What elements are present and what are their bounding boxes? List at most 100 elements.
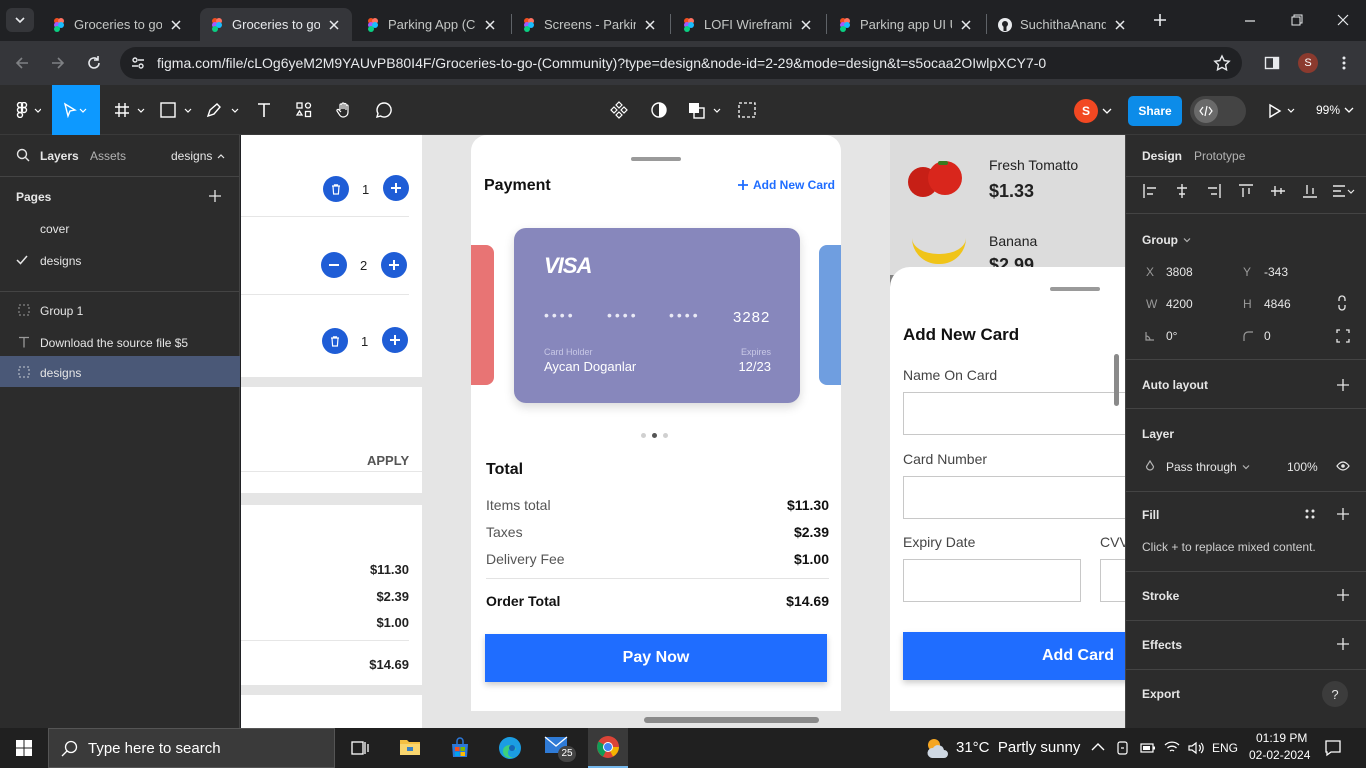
browser-tab[interactable]: Parking App (Co: [356, 8, 508, 41]
move-tool-button[interactable]: [52, 85, 100, 135]
meet-now-icon[interactable]: [1116, 740, 1130, 756]
close-icon[interactable]: [642, 17, 658, 33]
tab-prototype[interactable]: Prototype: [1194, 149, 1245, 163]
wifi-icon[interactable]: [1164, 740, 1180, 754]
component-button[interactable]: [604, 85, 634, 135]
increase-button[interactable]: [382, 327, 408, 353]
add-effect-plus-icon[interactable]: [1336, 637, 1350, 651]
page-item-cover[interactable]: cover: [0, 213, 240, 243]
mail-app-button[interactable]: 25: [544, 736, 576, 764]
close-icon[interactable]: [1112, 17, 1128, 33]
browser-tab[interactable]: LOFI Wireframing: [672, 8, 824, 41]
design-canvas[interactable]: 1 2 1 APPLY $11.30 $2.39 $1.00 $14.69 Pa…: [241, 135, 1125, 728]
tab-search-button[interactable]: [6, 8, 34, 32]
more-vert-icon[interactable]: [1336, 55, 1352, 71]
apply-button[interactable]: APPLY: [367, 453, 409, 468]
taskbar-search-box[interactable]: Type here to search: [48, 728, 335, 768]
bookmark-star-icon[interactable]: [1213, 54, 1231, 72]
zoom-dropdown[interactable]: 99%: [1316, 103, 1354, 117]
close-icon[interactable]: [482, 17, 498, 33]
cvv-input[interactable]: [1100, 559, 1125, 602]
minimize-icon[interactable]: [1243, 14, 1257, 28]
forward-arrow-icon[interactable]: [50, 55, 66, 71]
user-avatar[interactable]: S: [1074, 99, 1098, 123]
increase-button[interactable]: [381, 252, 407, 278]
side-panel-icon[interactable]: [1264, 55, 1280, 71]
x-input[interactable]: 3808: [1166, 265, 1193, 279]
align-left-icon[interactable]: [1142, 183, 1158, 199]
boolean-button[interactable]: [686, 85, 726, 135]
decrease-button[interactable]: [321, 252, 347, 278]
delete-button[interactable]: [323, 176, 349, 202]
tab-layers[interactable]: Layers: [40, 149, 79, 163]
vertical-scrollbar[interactable]: [1114, 354, 1119, 406]
close-icon[interactable]: [798, 17, 814, 33]
frame-tool-button[interactable]: [110, 85, 150, 135]
volume-icon[interactable]: [1187, 740, 1205, 756]
group-type-dropdown[interactable]: Group: [1142, 233, 1191, 247]
styles-grid-icon[interactable]: [1304, 508, 1316, 520]
task-view-icon[interactable]: [350, 738, 370, 758]
help-button[interactable]: ?: [1322, 681, 1348, 707]
close-icon[interactable]: [168, 17, 184, 33]
w-input[interactable]: 4200: [1166, 297, 1193, 311]
h-input[interactable]: 4846: [1264, 297, 1291, 311]
add-card-button[interactable]: Add Card: [903, 632, 1125, 680]
rotation-input[interactable]: 0°: [1166, 329, 1177, 343]
windows-start-icon[interactable]: [16, 740, 32, 756]
browser-tab-active[interactable]: Groceries to go |: [200, 8, 352, 41]
clock-date[interactable]: 02-02-2024: [1249, 748, 1310, 762]
add-auto-layout-plus-icon[interactable]: [1336, 378, 1350, 392]
increase-button[interactable]: [383, 175, 409, 201]
carousel-dot[interactable]: [641, 433, 646, 438]
browser-tab[interactable]: Parking app UI U: [828, 8, 984, 41]
microsoft-store-icon[interactable]: [449, 737, 471, 759]
present-play-icon[interactable]: [1268, 103, 1298, 119]
tab-design[interactable]: Design: [1142, 149, 1182, 163]
browser-tab[interactable]: SuchithaAnand/: [988, 8, 1138, 41]
distribute-icon[interactable]: [1332, 183, 1356, 199]
add-page-plus-icon[interactable]: [208, 189, 222, 203]
weather-partly-sunny-icon[interactable]: [924, 736, 950, 760]
browser-tab[interactable]: Groceries to go |: [42, 8, 194, 41]
comment-tool-button[interactable]: [368, 85, 400, 135]
new-tab-plus-icon[interactable]: [1152, 12, 1168, 28]
window-close-icon[interactable]: [1336, 13, 1350, 27]
blend-mode-dropdown[interactable]: Pass through: [1166, 460, 1250, 474]
chrome-taskbar-button[interactable]: [588, 728, 628, 768]
expiry-date-input[interactable]: [903, 559, 1081, 602]
independent-corners-icon[interactable]: [1336, 329, 1350, 343]
add-fill-plus-icon[interactable]: [1336, 507, 1350, 521]
carousel-dot-active[interactable]: [652, 433, 657, 438]
clock-time[interactable]: 01:19 PM: [1256, 731, 1307, 745]
name-on-card-input[interactable]: [903, 392, 1125, 435]
layer-row-text[interactable]: Download the source file $5: [0, 327, 240, 357]
chevron-up-icon[interactable]: [1091, 742, 1105, 752]
add-new-card-link[interactable]: Add New Card: [737, 178, 835, 192]
carousel-dot[interactable]: [663, 433, 668, 438]
pen-tool-button[interactable]: [202, 85, 242, 135]
crop-button[interactable]: [734, 85, 760, 135]
y-input[interactable]: -343: [1264, 265, 1288, 279]
add-stroke-plus-icon[interactable]: [1336, 588, 1350, 602]
edge-browser-icon[interactable]: [498, 736, 522, 760]
resources-tool-button[interactable]: [288, 85, 320, 135]
tab-assets[interactable]: Assets: [90, 149, 126, 163]
hand-tool-button[interactable]: [328, 85, 360, 135]
reload-icon[interactable]: [86, 55, 102, 71]
page-selector[interactable]: designs: [171, 149, 225, 163]
dev-mode-toggle[interactable]: [1190, 96, 1246, 126]
browser-tab[interactable]: Screens - Parking: [512, 8, 668, 41]
file-explorer-icon[interactable]: [399, 737, 421, 757]
text-tool-button[interactable]: [248, 85, 280, 135]
main-menu-button[interactable]: [8, 85, 48, 135]
back-arrow-icon[interactable]: [14, 55, 30, 71]
visa-card[interactable]: VISA •••• •••• •••• 3282 Card Holder Ayc…: [514, 228, 800, 403]
close-icon[interactable]: [326, 17, 342, 33]
horizontal-scrollbar[interactable]: [644, 717, 819, 723]
restore-icon[interactable]: [1290, 13, 1304, 27]
weather-text[interactable]: 31°C Partly sunny: [956, 739, 1080, 756]
constrain-proportions-icon[interactable]: [1336, 295, 1348, 311]
site-settings-icon[interactable]: [130, 55, 146, 71]
notifications-icon[interactable]: [1324, 739, 1342, 757]
